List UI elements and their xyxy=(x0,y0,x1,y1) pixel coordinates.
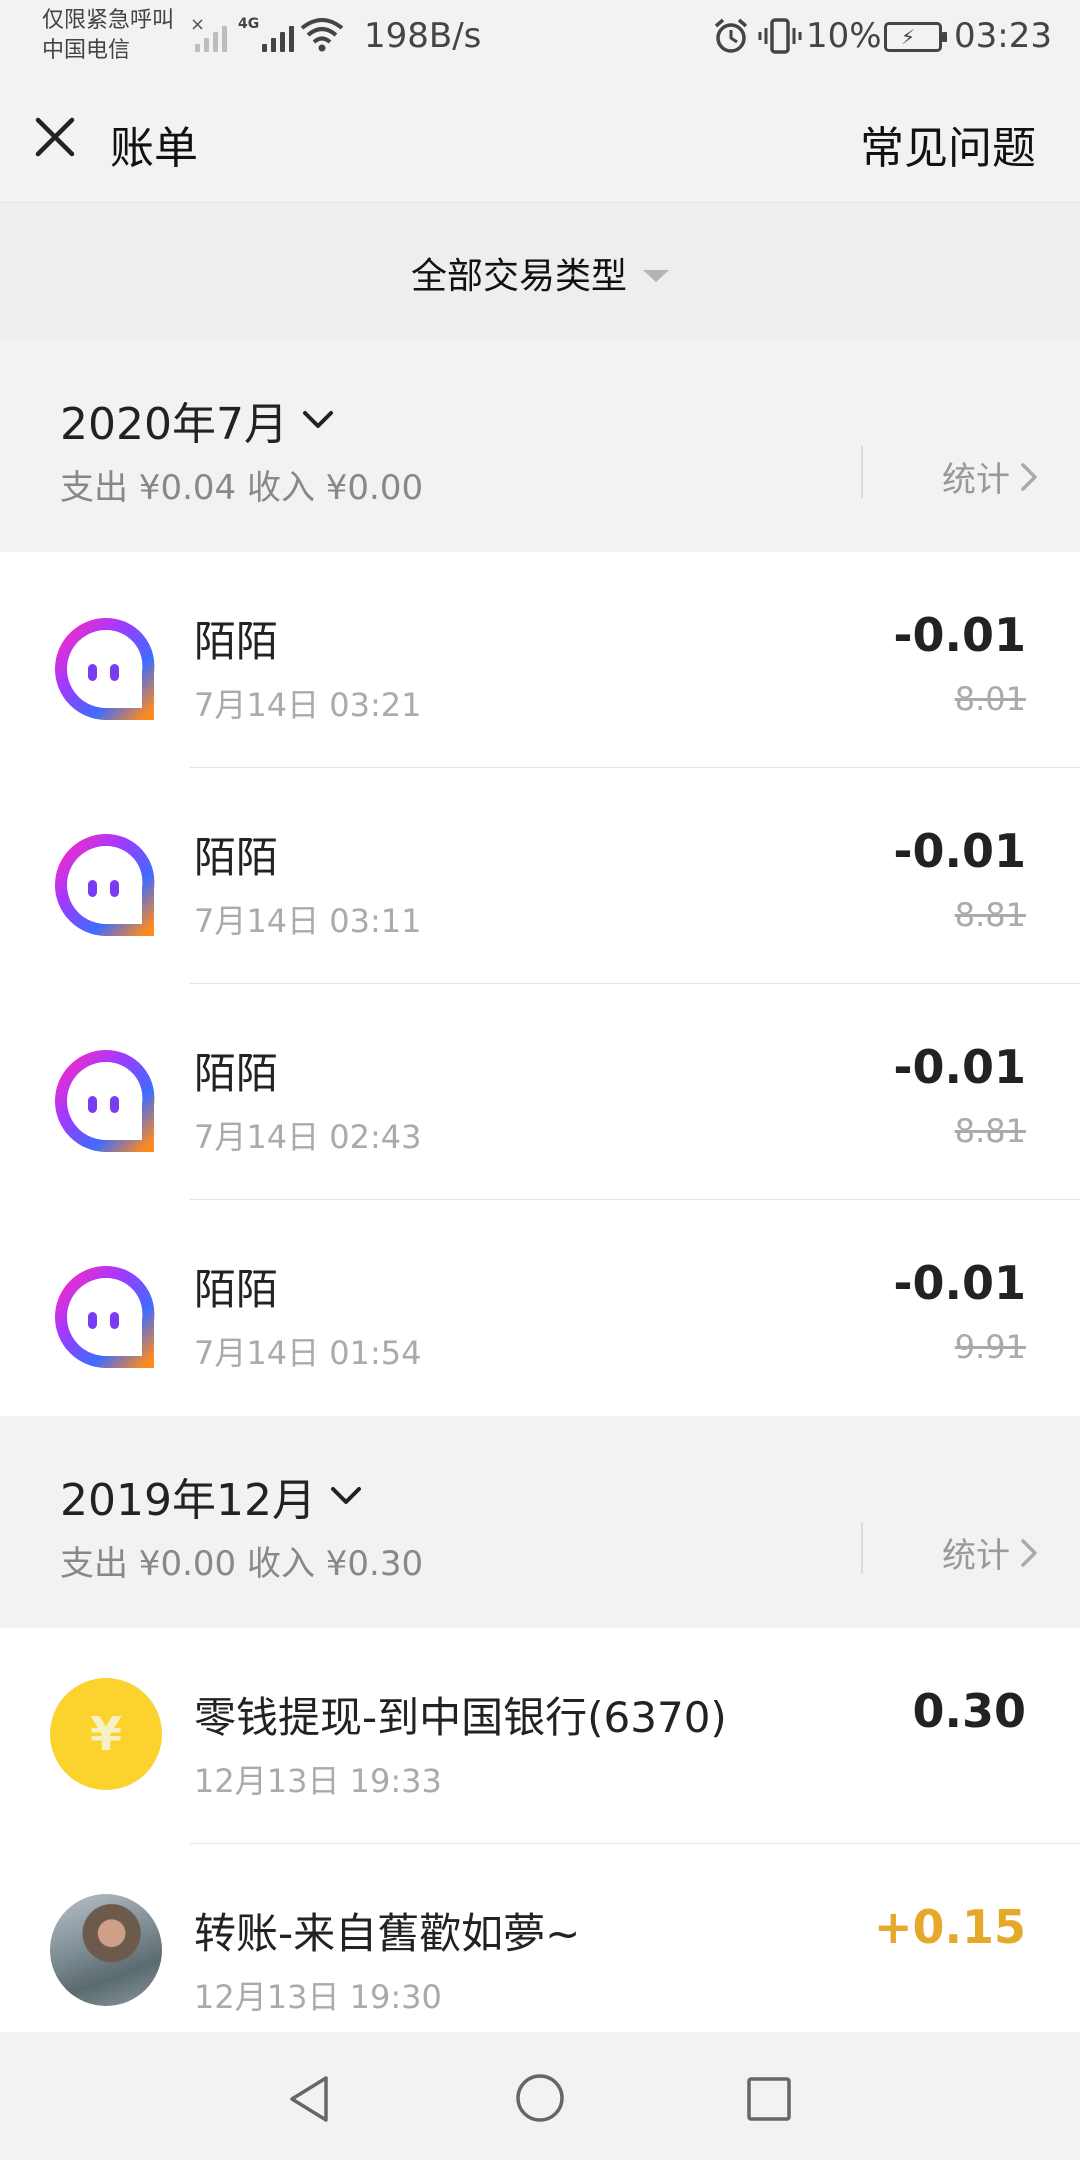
stats-label: 统计 xyxy=(942,460,1010,500)
transaction-amount: -0.01 xyxy=(893,824,1026,878)
transaction-amount: -0.01 xyxy=(893,608,1026,662)
divider xyxy=(861,1522,863,1574)
status-clock: 03:23 xyxy=(954,16,1052,56)
chevron-right-icon xyxy=(1021,1538,1037,1567)
transaction-balance: 8.01 xyxy=(954,680,1026,718)
status-bar: 仅限紧急呼叫 中国电信 × 4G 198B/s 10% ⚡ 03:23 xyxy=(0,0,1080,76)
faq-button[interactable]: 常见问题 xyxy=(860,112,1036,176)
transaction-row[interactable]: 陌陌 7月14日 03:21 -0.01 8.01 xyxy=(0,552,1080,768)
transaction-amount: +0.15 xyxy=(873,1900,1026,1954)
transaction-balance: 9.91 xyxy=(954,1328,1026,1366)
transaction-amount: -0.01 xyxy=(893,1256,1026,1310)
network-speed: 198B/s xyxy=(364,16,482,56)
month-header: 2019年12月 支出 ¥0.00 收入 ¥0.30 统计 xyxy=(0,1416,1080,1628)
alarm-icon xyxy=(714,18,748,53)
recent-apps-icon[interactable] xyxy=(746,2076,792,2122)
transaction-row[interactable]: ¥ 零钱提现-到中国银行(6370) 12月13日 19:33 0.30 xyxy=(0,1628,1080,1844)
carrier-emergency-text: 仅限紧急呼叫 xyxy=(42,8,175,33)
transaction-balance: 8.81 xyxy=(954,1112,1026,1150)
momo-app-icon xyxy=(55,1265,155,1368)
caret-down-icon xyxy=(643,270,669,282)
month-selector[interactable]: 2019年12月 xyxy=(60,1464,362,1528)
month-header: 2020年7月 支出 ¥0.04 收入 ¥0.00 统计 xyxy=(0,340,1080,552)
transaction-name: 陌陌 xyxy=(194,1049,279,1098)
page-title: 账单 xyxy=(110,123,198,174)
carrier-info: 仅限紧急呼叫 中国电信 xyxy=(42,6,174,66)
home-icon[interactable] xyxy=(514,2072,566,2124)
transaction-row[interactable]: 陌陌 7月14日 02:43 -0.01 8.81 xyxy=(0,984,1080,1200)
stats-button[interactable]: 统计 xyxy=(942,452,1038,501)
transaction-row[interactable]: 陌陌 7月14日 01:54 -0.01 9.91 xyxy=(0,1200,1080,1416)
transaction-amount: -0.01 xyxy=(893,1040,1026,1094)
yuan-coin-icon: ¥ xyxy=(50,1678,162,1790)
transaction-amount: 0.30 xyxy=(912,1684,1027,1738)
filter-label: 全部交易类型 xyxy=(410,256,627,297)
transaction-list: ¥ 零钱提现-到中国银行(6370) 12月13日 19:33 0.30 转账-… xyxy=(0,1628,1080,2032)
battery-charging-icon: ⚡ xyxy=(884,22,947,52)
wifi-icon xyxy=(300,18,344,52)
transaction-time: 12月13日 19:30 xyxy=(194,1978,442,2016)
divider xyxy=(861,446,863,498)
transaction-balance: 8.81 xyxy=(954,896,1026,934)
chevron-down-icon xyxy=(330,1487,361,1504)
transaction-time: 7月14日 01:54 xyxy=(194,1334,422,1372)
title-bar: 账单 常见问题 xyxy=(0,76,1080,202)
transaction-name: 陌陌 xyxy=(194,833,279,882)
transaction-row[interactable]: 陌陌 7月14日 03:11 -0.01 8.81 xyxy=(0,768,1080,984)
chevron-down-icon xyxy=(302,411,333,428)
signal-strength-icon-sim2 xyxy=(262,20,294,52)
month-label: 2020年7月 xyxy=(60,399,288,450)
carrier-name: 中国电信 xyxy=(42,38,131,63)
no-signal-icon: × xyxy=(190,14,206,35)
momo-app-icon xyxy=(55,1049,155,1152)
transaction-row[interactable]: 转账-来自舊歡如夢~ 12月13日 19:30 +0.15 xyxy=(0,1844,1080,2032)
transaction-list: 陌陌 7月14日 03:21 -0.01 8.01 陌陌 7月14日 03:11… xyxy=(0,552,1080,1416)
momo-app-icon xyxy=(55,833,155,936)
transaction-time: 7月14日 03:21 xyxy=(194,686,422,724)
transaction-name: 陌陌 xyxy=(194,1265,279,1314)
transaction-name: 零钱提现-到中国银行(6370) xyxy=(194,1693,727,1742)
momo-app-icon xyxy=(55,617,155,720)
stats-button[interactable]: 统计 xyxy=(942,1528,1038,1577)
transaction-time: 7月14日 02:43 xyxy=(194,1118,422,1156)
system-nav-bar xyxy=(0,2032,1080,2160)
vibrate-icon xyxy=(758,18,802,54)
month-summary: 支出 ¥0.00 收入 ¥0.30 xyxy=(60,1544,424,1584)
chevron-right-icon xyxy=(1021,462,1037,491)
filter-bar: 全部交易类型 xyxy=(0,202,1080,340)
month-label: 2019年12月 xyxy=(60,1475,316,1526)
stats-label: 统计 xyxy=(942,1536,1010,1576)
close-icon[interactable] xyxy=(34,116,76,158)
user-avatar xyxy=(50,1894,162,2006)
month-summary: 支出 ¥0.04 收入 ¥0.00 xyxy=(60,468,424,508)
yen-symbol: ¥ xyxy=(89,1707,122,1761)
transaction-time: 7月14日 03:11 xyxy=(194,902,422,940)
battery-percentage: 10% xyxy=(806,16,882,56)
transaction-name: 转账-来自舊歡如夢~ xyxy=(194,1909,581,1958)
transaction-type-filter[interactable]: 全部交易类型 xyxy=(0,247,1080,299)
network-type: 4G xyxy=(238,16,260,32)
transaction-time: 12月13日 19:33 xyxy=(194,1762,442,1800)
month-selector[interactable]: 2020年7月 xyxy=(60,388,334,452)
back-icon[interactable] xyxy=(286,2074,332,2124)
transaction-name: 陌陌 xyxy=(194,617,279,666)
